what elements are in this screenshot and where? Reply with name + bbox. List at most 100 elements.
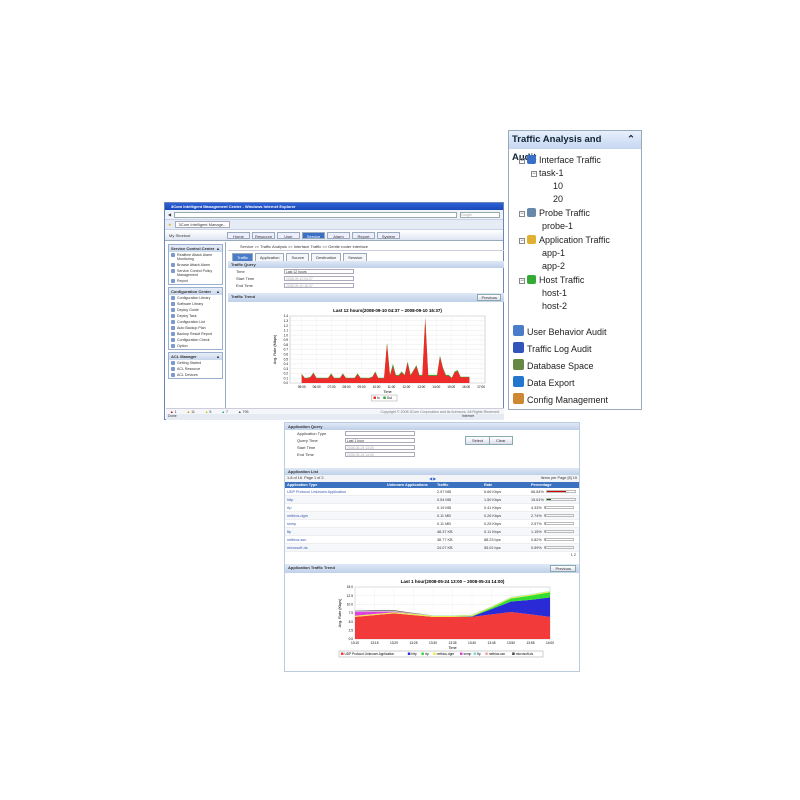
nav-home[interactable]: Home (227, 231, 250, 239)
tree-leaf[interactable]: 10 (553, 181, 563, 191)
x-tick-label: 13:20 (390, 641, 398, 645)
unknown-cell (384, 503, 435, 512)
tree-leaf[interactable]: host-2 (542, 301, 567, 311)
tree-leaf[interactable]: probe-1 (542, 221, 573, 231)
nav-link[interactable]: Config Management (513, 393, 608, 405)
sidebar-item[interactable]: ACL Devices (169, 372, 222, 378)
time-select[interactable]: Last 12 hours (284, 269, 354, 274)
y-tick-label: 0.0 (284, 381, 289, 385)
app-type-link[interactable]: snmp (285, 519, 385, 528)
previous-button[interactable]: Previous (550, 565, 576, 572)
back-icon[interactable]: ◀ (168, 212, 171, 217)
legend-swatch (433, 652, 436, 655)
app-type-link[interactable]: UDP Protocol Unknown Application (285, 488, 385, 496)
app-type-link[interactable]: http (285, 495, 385, 504)
nav-link-label: Data Export (527, 378, 575, 388)
tab-traffic[interactable]: Traffic (232, 253, 253, 261)
percentage-value: 2.57% (531, 521, 542, 526)
tree-leaf[interactable]: app-1 (542, 248, 565, 258)
nav-service[interactable]: Service (302, 231, 325, 239)
browser-tab[interactable]: 3Com Intelligent Manage... (174, 221, 231, 228)
nav-report[interactable]: Report (352, 231, 375, 239)
percentage-bar (545, 498, 576, 501)
app-type-link[interactable]: microsoft-ds (285, 543, 385, 552)
select-button[interactable]: Select (465, 436, 491, 445)
sidebar-group-header[interactable]: Service Control Center ▲ (169, 245, 222, 252)
percentage-cell: 0.59% (529, 543, 579, 552)
sidebar-item[interactable]: Realtime Attack Alarm Monitoring (169, 252, 222, 262)
items-per-page[interactable]: Items per Page [8] 15 (541, 476, 577, 481)
end-time-input[interactable]: 2008-09-10 16:37 (284, 283, 354, 288)
search-input[interactable]: Google (460, 211, 500, 218)
previous-button[interactable]: Previous (477, 294, 501, 301)
nav-user[interactable]: User (277, 231, 300, 239)
percentage-bar (543, 522, 574, 525)
sidebar-item[interactable]: Option (169, 343, 222, 349)
collapse-toggle-icon[interactable]: − (519, 278, 525, 284)
y-tick-label: 10.0 (347, 603, 353, 607)
sidebar-group-header[interactable]: Configuration Center ▲ (169, 288, 222, 295)
tab-application[interactable]: Application (254, 253, 285, 261)
end-time-input[interactable]: 2008-05-24 14:00 (345, 452, 415, 457)
nav-link[interactable]: Traffic Log Audit (513, 342, 592, 354)
tab-source[interactable]: Source (286, 253, 310, 261)
tree-node[interactable]: − Probe Traffic (519, 208, 590, 218)
tree-node-label: Application Traffic (539, 235, 610, 245)
sidebar-item[interactable]: Service Control Policy Management (169, 268, 222, 278)
collapse-toggle-icon[interactable]: − (519, 238, 525, 244)
unknown-cell (384, 527, 435, 536)
legend-label: netbios-dgm (437, 652, 455, 656)
my-shortcut[interactable]: My Shortcut (165, 233, 223, 238)
tree-node[interactable]: − task-1 (531, 168, 564, 178)
app-type-link[interactable]: netbios-ssn (285, 535, 385, 544)
x-tick-label: 13:25 (410, 641, 418, 645)
nav-link[interactable]: Data Export (513, 376, 575, 388)
app-type-link[interactable]: netbios-dgm (285, 511, 385, 520)
tree-node[interactable]: − Interface Traffic (519, 155, 601, 165)
app-type-link[interactable]: rtp (285, 503, 385, 512)
tab-session[interactable]: Session (343, 253, 368, 261)
x-tick-label: 13:45 (488, 641, 496, 645)
nav-alarm[interactable]: Alarm (327, 231, 350, 239)
tree-node[interactable]: − Host Traffic (519, 275, 584, 285)
sidebar-item[interactable]: Report (169, 278, 222, 284)
app-type-input[interactable] (345, 431, 415, 436)
percentage-cell: 2.74% (529, 511, 579, 520)
panel-header[interactable]: Traffic Analysis and Audit ⌃ (509, 131, 641, 163)
legend-swatch (512, 652, 515, 655)
page-nav-buttons[interactable]: ◀ ▶ (429, 476, 436, 481)
nav-link[interactable]: Database Space (513, 359, 594, 371)
query-time-select[interactable]: Last 1 hour (345, 438, 415, 443)
traffic-cell: 48.37 KB (434, 527, 482, 536)
nav-link[interactable]: User Behavior Audit (513, 325, 607, 337)
tree-leaf[interactable]: 20 (553, 194, 563, 204)
favorites-icon[interactable]: ★ (168, 222, 172, 227)
app-type-link[interactable]: ftp (285, 527, 385, 536)
y-tick-label: 1.3 (284, 319, 289, 323)
nav-system[interactable]: System (377, 231, 400, 239)
tree-leaf[interactable]: app-2 (542, 261, 565, 271)
legend-label: ftp (477, 652, 481, 656)
collapse-icon[interactable]: ▲ (216, 354, 220, 359)
pagination[interactable]: 1 2 (285, 552, 579, 558)
collapse-icon[interactable]: ▲ (216, 289, 220, 294)
tree-leaf[interactable]: host-1 (542, 288, 567, 298)
collapse-icon[interactable]: ⌃ (627, 131, 635, 149)
table-row: netbios-ssn 38.77 KB 88.23 bps 0.82% (285, 535, 579, 544)
collapse-icon[interactable]: ▲ (216, 246, 220, 251)
url-input[interactable] (174, 211, 457, 218)
clear-button[interactable]: Clear (489, 436, 513, 445)
sidebar-group-header[interactable]: ACL Manager ▲ (169, 353, 222, 360)
legend-label: microsoft-ds (516, 652, 534, 656)
x-tick-label: 13:00 (417, 385, 425, 389)
collapse-toggle-icon[interactable]: − (519, 211, 525, 217)
start-time-input[interactable]: 2008-05-24 13:00 (345, 445, 415, 450)
tree-node[interactable]: − Application Traffic (519, 235, 610, 245)
chart-legend: UDP Protocol Unknown Application http rtp n… (338, 650, 544, 658)
collapse-toggle-icon[interactable]: − (519, 158, 525, 164)
start-time-input[interactable]: 2008-09-10 04:37 (284, 276, 354, 281)
y-tick-label: 1.2 (284, 324, 289, 328)
collapse-toggle-icon[interactable]: − (531, 171, 537, 177)
nav-resource[interactable]: Resource (252, 231, 275, 239)
tab-destination[interactable]: Destination (311, 253, 342, 261)
